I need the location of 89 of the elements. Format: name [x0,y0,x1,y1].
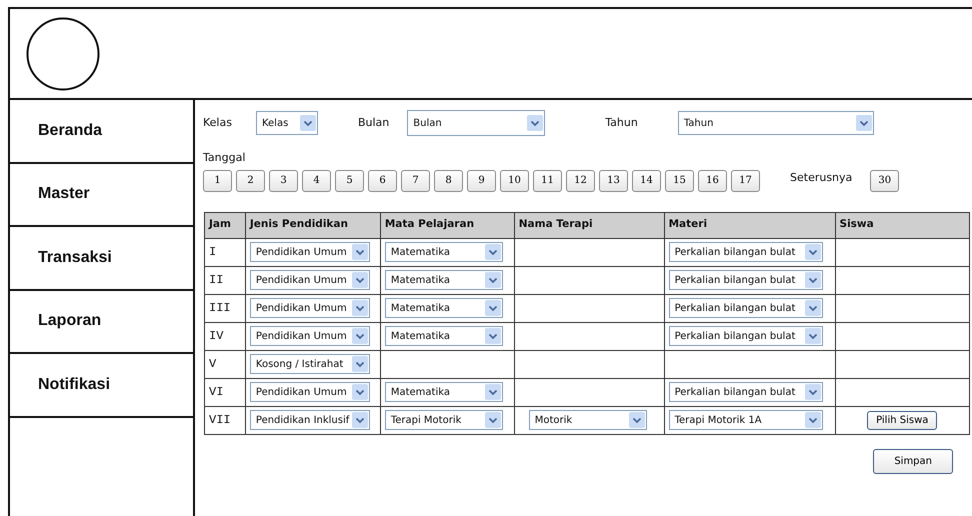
table-cell: II [204,266,246,294]
dropdown[interactable]: Pendidikan Umum [250,382,370,402]
dropdown[interactable]: Pendidikan Umum [250,298,370,318]
more-label: Seterusnya [790,170,852,186]
caret-icon [300,115,316,131]
day-button[interactable]: 3 [269,170,298,192]
dropdown[interactable]: Perkalian bilangan bulat [668,326,823,346]
table-cell: III [204,294,246,322]
dropdown[interactable]: Matematika [384,242,503,262]
dropdown[interactable]: Perkalian bilangan bulat [668,270,823,290]
dropdown[interactable]: Perkalian bilangan bulat [668,382,823,402]
caret-icon [484,244,501,260]
caret-icon [484,384,501,400]
day-button[interactable]: 5 [335,170,364,192]
sidebar-item[interactable]: Transaksi [10,227,193,290]
caret-icon [352,244,368,260]
dropdown[interactable]: Kosong / Istirahat [250,354,370,374]
caret-icon [484,412,501,428]
date-label: Tanggal [203,150,246,166]
caret-icon [804,244,821,260]
day-button[interactable]: 17 [731,170,760,192]
dropdown[interactable]: Motorik [528,410,647,430]
day-button[interactable]: 2 [236,170,265,192]
caret-icon [484,300,501,316]
day-button[interactable]: 11 [533,170,562,192]
caret-icon [352,384,368,400]
filter-label: Kelas [203,114,232,131]
dropdown[interactable]: Pendidikan Umum [250,242,370,262]
dropdown[interactable]: Kelas [256,111,318,135]
dropdown[interactable]: Terapi Motorik 1A [668,410,823,430]
caret-icon [804,412,821,428]
filter-label: Tahun [605,114,638,131]
day-button[interactable]: 6 [368,170,397,192]
caret-icon [484,272,501,288]
caret-icon [804,328,821,344]
dropdown[interactable]: Matematika [384,326,503,346]
dropdown[interactable]: Pendidikan Umum [250,326,370,346]
day-button[interactable]: 12 [566,170,595,192]
table-cell: VI [204,378,246,406]
column-header: Jam [204,212,246,238]
dropdown[interactable]: Matematika [384,270,503,290]
column-header: Mata Pelajaran [380,212,514,238]
table-cell: IV [204,322,246,350]
dropdown[interactable]: Perkalian bilangan bulat [668,242,823,262]
caret-icon [804,272,821,288]
column-header: Materi [664,212,836,238]
caret-icon [352,328,368,344]
table-cell: VII [204,406,246,434]
sidebar-item[interactable]: Master [10,164,193,227]
sidebar-item[interactable]: Beranda [10,100,193,164]
caret-icon [352,272,368,288]
caret-icon [804,300,821,316]
caret-icon [484,328,501,344]
caret-icon [628,412,645,428]
dropdown[interactable]: Terapi Motorik [384,410,503,430]
caret-icon [804,384,821,400]
dropdown[interactable]: Pendidikan Umum [250,270,370,290]
save-button[interactable]: Simpan [873,448,953,474]
day-button[interactable]: 9 [467,170,496,192]
column-header: Jenis Pendidikan [245,212,380,238]
day-button[interactable]: 14 [632,170,661,192]
column-header: Siswa [835,212,970,238]
table-cell: V [204,350,246,378]
dropdown[interactable]: Matematika [384,382,503,402]
dropdown[interactable]: Pendidikan Inklusif [250,410,370,430]
day-button[interactable]: 10 [500,170,529,192]
table-cell: I [204,238,246,266]
day-button[interactable]: 13 [599,170,628,192]
sidebar-item[interactable]: Laporan [10,290,193,354]
day-button[interactable]: 30 [870,170,900,192]
select-student-button[interactable]: Pilih Siswa [867,410,938,430]
day-button[interactable]: 7 [401,170,430,192]
dropdown[interactable]: Perkalian bilangan bulat [668,298,823,318]
filter-label: Bulan [358,114,390,131]
dropdown[interactable]: Bulan [407,110,546,136]
day-button[interactable]: 4 [302,170,331,192]
day-button[interactable]: 15 [665,170,694,192]
caret-icon [856,115,872,131]
caret-icon [352,356,368,372]
day-button[interactable]: 1 [203,170,232,192]
sidebar-item[interactable]: Notifikasi [10,354,193,418]
day-button[interactable]: 8 [434,170,463,192]
day-button[interactable]: 16 [698,170,727,192]
dropdown[interactable]: Matematika [384,298,503,318]
dropdown[interactable]: Tahun [678,111,874,135]
caret-icon [527,115,544,131]
caret-icon [352,412,368,428]
column-header: Nama Terapi [514,212,664,238]
caret-icon [352,300,368,316]
